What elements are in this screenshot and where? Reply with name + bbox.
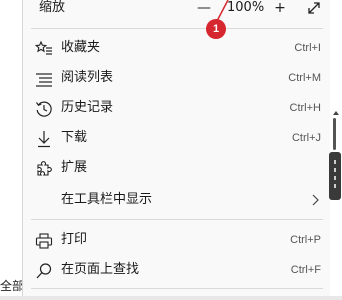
history-clock-icon <box>36 101 52 117</box>
menu-item-print[interactable]: 打印 Ctrl+P <box>23 225 331 255</box>
menu-item-downloads[interactable]: 下载 Ctrl+J <box>23 123 331 153</box>
menu-item-shortcut: Ctrl+F <box>290 264 321 276</box>
annotation-badge: 1 <box>206 19 226 39</box>
printer-icon <box>35 233 53 249</box>
menu-item-label: 收藏夹 <box>61 40 101 55</box>
scrollbar-track[interactable] <box>333 118 336 150</box>
zoom-row: 缩放 — 100% + <box>23 0 331 18</box>
extensions-puzzle-icon <box>37 161 52 176</box>
menu-item-shortcut: Ctrl+H <box>289 102 321 114</box>
scrollbar-grip <box>334 160 336 164</box>
scroll-up-arrow-icon[interactable] <box>333 110 339 116</box>
fullscreen-button[interactable] <box>305 0 323 19</box>
search-icon <box>36 263 52 279</box>
expand-diagonal-icon <box>308 2 320 14</box>
menu-item-shortcut: Ctrl+J <box>291 132 321 144</box>
menu-item-label: 打印 <box>61 232 88 247</box>
menu-item-label: 扩展 <box>61 160 88 175</box>
menu-item-label: 下载 <box>61 130 88 145</box>
menu-item-label: 在页面上查找 <box>61 262 140 277</box>
menu-divider <box>31 28 323 29</box>
menu-item-shortcut: Ctrl+M <box>288 72 321 84</box>
scrollbar[interactable] <box>330 0 342 300</box>
browser-settings-menu-screenshot: 全部 缩放 — 100% + 收藏夹 Ctrl+I 阅读列表 Ctrl+M 历史… <box>0 0 342 300</box>
menu-item-label: 在工具栏中显示 <box>61 192 153 207</box>
menu-item-favorites[interactable]: 收藏夹 Ctrl+I <box>23 33 331 63</box>
zoom-label: 缩放 <box>39 0 66 15</box>
settings-menu: 缩放 — 100% + 收藏夹 Ctrl+I 阅读列表 Ctrl+M 历史记录 … <box>22 0 331 300</box>
menu-item-shortcut: Ctrl+P <box>290 234 321 246</box>
menu-item-reading-list[interactable]: 阅读列表 Ctrl+M <box>23 63 331 93</box>
menu-item-history[interactable]: 历史记录 Ctrl+H <box>23 93 331 123</box>
menu-divider <box>31 288 323 289</box>
menu-item-shortcut: Ctrl+I <box>294 42 321 54</box>
menu-item-show-in-toolbar[interactable]: 在工具栏中显示 <box>23 185 331 215</box>
reading-list-icon <box>36 73 52 87</box>
download-arrow-icon <box>38 131 50 148</box>
favorites-star-list-icon <box>35 40 52 55</box>
menu-item-label: 历史记录 <box>61 100 114 115</box>
bottom-edge <box>0 296 342 300</box>
scrollbar-grip <box>334 168 336 172</box>
background-page-text: 全部 <box>0 279 22 293</box>
menu-item-extensions[interactable]: 扩展 <box>23 153 331 183</box>
zoom-in-button[interactable]: + <box>271 0 289 16</box>
chevron-right-icon <box>312 194 319 206</box>
scrollbar-grip <box>334 176 336 180</box>
scrollbar-grip <box>334 184 336 188</box>
menu-divider <box>31 219 323 220</box>
menu-item-label: 阅读列表 <box>61 70 114 85</box>
menu-item-find-on-page[interactable]: 在页面上查找 Ctrl+F <box>23 255 331 285</box>
